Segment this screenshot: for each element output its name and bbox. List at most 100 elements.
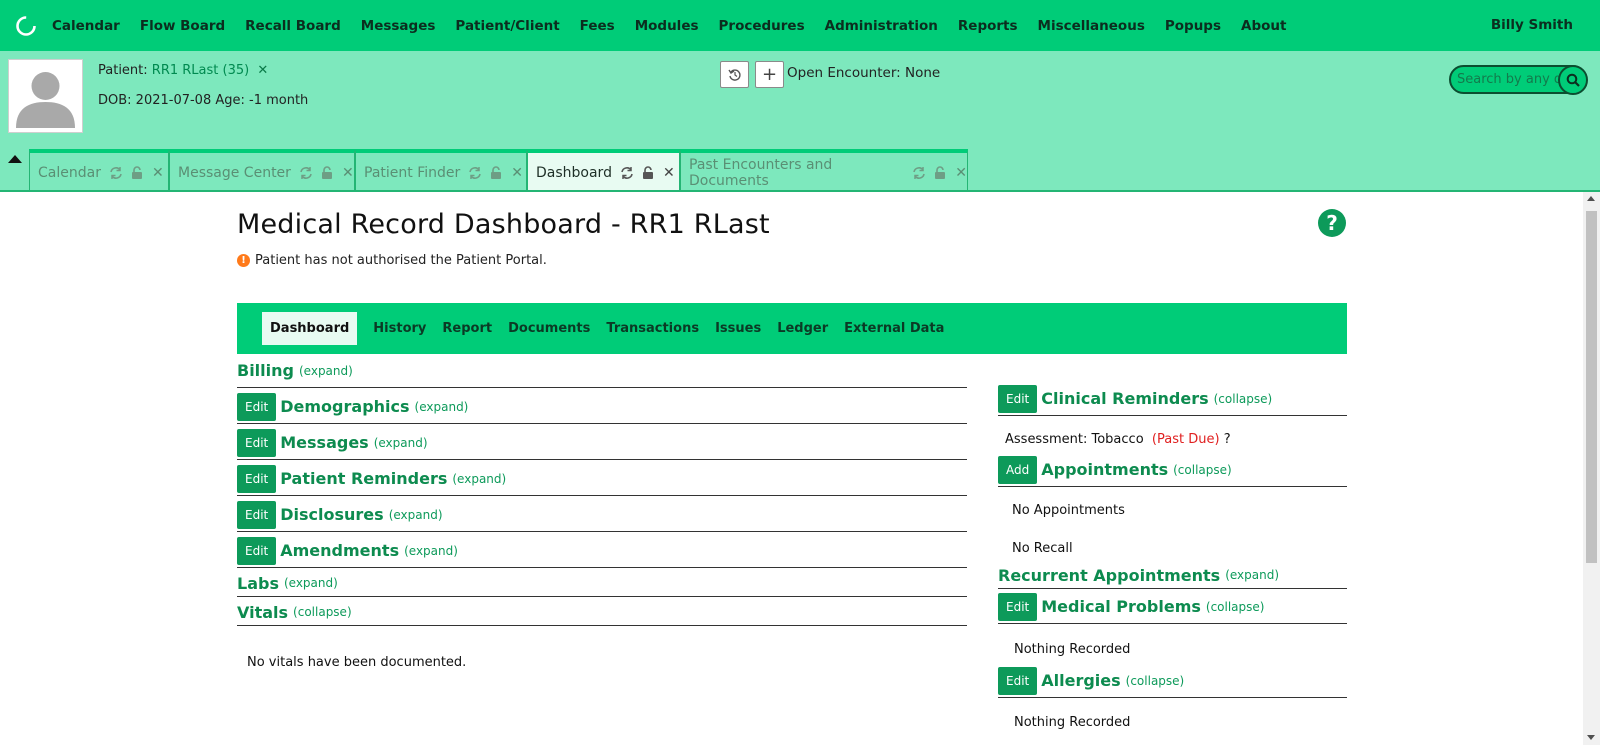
- menu-messages[interactable]: Messages: [361, 18, 436, 34]
- refresh-icon[interactable]: [620, 166, 634, 180]
- unlock-icon[interactable]: [490, 165, 502, 180]
- search-button[interactable]: [1558, 65, 1588, 95]
- tab-calendar[interactable]: Calendar ✕: [29, 149, 169, 192]
- close-tab-icon[interactable]: ✕: [955, 165, 967, 181]
- toggle-link[interactable]: (collapse): [1173, 463, 1232, 477]
- history-button[interactable]: [720, 61, 749, 88]
- page-scrollbar[interactable]: [1583, 192, 1600, 745]
- menu-flow-board[interactable]: Flow Board: [140, 18, 225, 34]
- unlock-icon[interactable]: [131, 165, 143, 180]
- search-icon: [1566, 73, 1580, 87]
- reminder-help-link[interactable]: ?: [1224, 432, 1231, 447]
- toggle-link[interactable]: (expand): [284, 576, 338, 590]
- close-tab-icon[interactable]: ✕: [342, 165, 354, 181]
- menu-popups[interactable]: Popups: [1165, 18, 1221, 34]
- scrollbar-thumb[interactable]: [1586, 211, 1597, 563]
- menu-patient-client[interactable]: Patient/Client: [455, 18, 559, 34]
- menu-recall-board[interactable]: Recall Board: [245, 18, 341, 34]
- tab-message-center[interactable]: Message Center ✕: [169, 149, 355, 192]
- toggle-link[interactable]: (expand): [374, 436, 428, 450]
- toggle-link[interactable]: (collapse): [1214, 392, 1273, 406]
- section-title[interactable]: Allergies: [1041, 671, 1120, 690]
- close-tab-icon[interactable]: ✕: [663, 165, 675, 181]
- section-title[interactable]: Vitals: [237, 603, 288, 622]
- allergies-empty: Nothing Recorded: [1014, 715, 1131, 730]
- no-recall-text: No Recall: [1012, 541, 1073, 556]
- logo-icon[interactable]: [14, 14, 38, 38]
- subnav-documents[interactable]: Documents: [508, 321, 590, 336]
- close-patient-icon[interactable]: ✕: [257, 63, 268, 78]
- refresh-icon[interactable]: [109, 166, 123, 180]
- toggle-link[interactable]: (collapse): [293, 605, 352, 619]
- patient-header: Patient: RR1 RLast (35) ✕ DOB: 2021-07-0…: [0, 51, 1600, 192]
- section-title[interactable]: Clinical Reminders: [1041, 389, 1208, 408]
- section-title[interactable]: Demographics: [280, 397, 409, 416]
- section-title[interactable]: Messages: [280, 433, 368, 452]
- section-title[interactable]: Billing: [237, 361, 294, 380]
- edit-button[interactable]: Edit: [998, 666, 1038, 695]
- refresh-icon[interactable]: [299, 166, 313, 180]
- search-input[interactable]: [1451, 67, 1559, 92]
- unlock-icon[interactable]: [321, 165, 333, 180]
- menu-administration[interactable]: Administration: [825, 18, 938, 34]
- close-tab-icon[interactable]: ✕: [152, 165, 164, 181]
- toggle-link[interactable]: (expand): [415, 400, 469, 414]
- subnav-dashboard[interactable]: Dashboard: [262, 312, 358, 345]
- menu-calendar[interactable]: Calendar: [52, 18, 120, 34]
- toggle-link[interactable]: (expand): [299, 364, 353, 378]
- subnav-report[interactable]: Report: [442, 321, 492, 336]
- menu-miscellaneous[interactable]: Miscellaneous: [1038, 18, 1145, 34]
- menu-about[interactable]: About: [1241, 18, 1286, 34]
- toggle-link[interactable]: (expand): [404, 544, 458, 558]
- unlock-icon[interactable]: [934, 165, 946, 180]
- user-menu[interactable]: Billy Smith: [1491, 17, 1573, 33]
- unlock-icon[interactable]: [642, 165, 654, 180]
- section-title[interactable]: Medical Problems: [1041, 597, 1201, 616]
- menu-fees[interactable]: Fees: [580, 18, 615, 34]
- toggle-link[interactable]: (expand): [389, 508, 443, 522]
- menu-modules[interactable]: Modules: [635, 18, 699, 34]
- section-title[interactable]: Patient Reminders: [280, 469, 447, 488]
- patient-name-link[interactable]: RR1 RLast (35): [152, 63, 249, 78]
- edit-button[interactable]: Edit: [998, 384, 1038, 413]
- subnav-external-data[interactable]: External Data: [844, 321, 944, 336]
- section-title[interactable]: Labs: [237, 574, 279, 593]
- edit-button[interactable]: Edit: [237, 428, 277, 457]
- scroll-down-icon[interactable]: [1587, 735, 1595, 740]
- section-title[interactable]: Disclosures: [280, 505, 383, 524]
- tab-past-encounters[interactable]: Past Encounters and Documents ✕: [680, 149, 968, 192]
- section-title[interactable]: Recurrent Appointments: [998, 566, 1220, 585]
- subnav-issues[interactable]: Issues: [715, 321, 761, 336]
- scroll-up-icon[interactable]: [1587, 196, 1595, 201]
- edit-button[interactable]: Edit: [237, 536, 277, 565]
- new-encounter-button[interactable]: +: [755, 61, 784, 88]
- menu-procedures[interactable]: Procedures: [719, 18, 805, 34]
- medical-problems-empty: Nothing Recorded: [1014, 642, 1131, 657]
- subnav-ledger[interactable]: Ledger: [777, 321, 828, 336]
- refresh-icon[interactable]: [468, 166, 482, 180]
- subnav-history[interactable]: History: [373, 321, 426, 336]
- menu-reports[interactable]: Reports: [958, 18, 1018, 34]
- edit-button[interactable]: Edit: [998, 592, 1038, 621]
- close-tab-icon[interactable]: ✕: [511, 165, 523, 181]
- add-button[interactable]: Add: [998, 455, 1038, 484]
- section-amendments: Edit Amendments (expand): [237, 534, 967, 568]
- toggle-link[interactable]: (collapse): [1206, 600, 1265, 614]
- tab-patient-finder[interactable]: Patient Finder ✕: [355, 149, 527, 192]
- toggle-link[interactable]: (expand): [1225, 568, 1279, 582]
- section-title[interactable]: Appointments: [1041, 460, 1168, 479]
- tab-label: Calendar: [38, 164, 101, 181]
- section-title[interactable]: Amendments: [280, 541, 399, 560]
- toggle-link[interactable]: (expand): [452, 472, 506, 486]
- past-due-status: (Past Due): [1151, 432, 1220, 447]
- edit-button[interactable]: Edit: [237, 500, 277, 529]
- toggle-link[interactable]: (collapse): [1126, 674, 1185, 688]
- help-icon[interactable]: ?: [1318, 209, 1346, 237]
- refresh-icon[interactable]: [912, 166, 926, 180]
- tab-dashboard[interactable]: Dashboard ✕: [527, 149, 680, 192]
- edit-button[interactable]: Edit: [237, 464, 277, 493]
- collapse-header-icon[interactable]: [8, 155, 22, 163]
- edit-button[interactable]: Edit: [237, 392, 277, 421]
- patient-dob: DOB: 2021-07-08 Age: -1 month: [98, 93, 309, 108]
- subnav-transactions[interactable]: Transactions: [606, 321, 699, 336]
